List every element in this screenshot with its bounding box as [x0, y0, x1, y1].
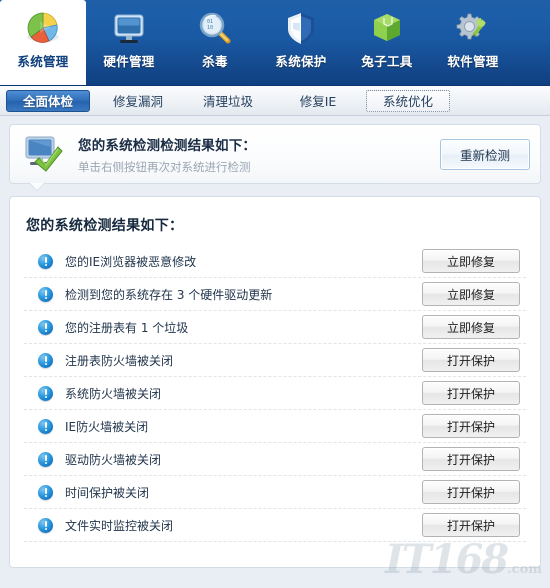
application-window: 系统管理 硬件管理 01 10 杀毒 系统保护 兔子工具 软件管理 全面体检 修…: [0, 0, 550, 588]
warning-icon: [38, 385, 53, 401]
enable-protection-button[interactable]: 打开保护: [422, 381, 520, 405]
row-label: 驱动防火墙被关闭: [65, 452, 162, 467]
banner-text-group: 您的系统检测检测结果如下： 单击右侧按钮再次对系统进行检测: [66, 134, 440, 175]
results-list: 您的IE浏览器被恶意修改 立即修复 检测到您的系统存在 3 个硬件驱动更新 立即…: [10, 245, 540, 542]
enable-protection-button[interactable]: 打开保护: [422, 447, 520, 471]
table-row[interactable]: IE防火墙被关闭 打开保护: [24, 410, 526, 443]
main-toolbar: 系统管理 硬件管理 01 10 杀毒 系统保护 兔子工具 软件管理: [0, 0, 550, 86]
green-box-icon: [366, 7, 408, 49]
warning-icon: [38, 319, 53, 335]
gear-wrench-icon: [452, 7, 494, 49]
nav-label: 系统管理: [17, 54, 69, 69]
tab-fix-vulnerabilities[interactable]: 修复漏洞: [96, 90, 180, 112]
nav-item-software-management[interactable]: 软件管理: [430, 0, 516, 86]
table-row[interactable]: 系统防火墙被关闭 打开保护: [24, 377, 526, 410]
row-label: 系统防火墙被关闭: [65, 386, 162, 401]
banner-subtitle: 单击右侧按钮再次对系统进行检测: [78, 159, 251, 174]
main-nav-list: 系统管理 硬件管理 01 10 杀毒 系统保护 兔子工具 软件管理: [0, 0, 550, 86]
table-row[interactable]: 注册表防火墙被关闭 打开保护: [24, 344, 526, 377]
banner-title: 您的系统检测检测结果如下：: [78, 137, 257, 154]
table-row[interactable]: 文件实时监控被关闭 打开保护: [24, 509, 526, 542]
nav-item-system-protection[interactable]: 系统保护: [258, 0, 344, 86]
tab-system-optimization[interactable]: 系统优化: [366, 89, 450, 112]
fix-now-button[interactable]: 立即修复: [422, 249, 520, 273]
monitor-check-icon: [22, 134, 66, 174]
tab-clean-junk[interactable]: 清理垃圾: [186, 90, 270, 112]
enable-protection-button[interactable]: 打开保护: [422, 348, 520, 372]
sub-tab-bar: 全面体检 修复漏洞 清理垃圾 修复IE 系统优化: [0, 86, 550, 116]
results-heading: 您的系统检测结果如下：: [26, 218, 184, 234]
scan-results-panel: 您的系统检测结果如下： 您的IE浏览器被恶意修改 立即修复 检测到您的系统存在 …: [9, 196, 541, 568]
banner-notch: [30, 183, 44, 190]
enable-protection-button[interactable]: 打开保护: [422, 513, 520, 537]
row-label: 您的注册表有 1 个垃圾: [65, 320, 189, 335]
svg-text:10: 10: [207, 25, 213, 31]
fix-now-button[interactable]: 立即修复: [422, 282, 520, 306]
monitor-icon: [108, 7, 150, 49]
nav-label: 软件管理: [447, 54, 499, 69]
warning-icon: [38, 286, 53, 302]
table-row[interactable]: 时间保护被关闭 打开保护: [24, 476, 526, 509]
scan-result-banner: 您的系统检测检测结果如下： 单击右侧按钮再次对系统进行检测 重新检测: [9, 124, 541, 184]
enable-protection-button[interactable]: 打开保护: [422, 480, 520, 504]
row-label: 您的IE浏览器被恶意修改: [65, 254, 197, 269]
nav-item-antivirus[interactable]: 01 10 杀毒: [172, 0, 258, 86]
rescan-button[interactable]: 重新检测: [440, 138, 530, 170]
row-label: 时间保护被关闭: [65, 485, 150, 500]
table-row[interactable]: 驱动防火墙被关闭 打开保护: [24, 443, 526, 476]
pie-chart-icon: [22, 7, 64, 49]
warning-icon: [38, 352, 53, 368]
magnifier-icon: 01 10: [194, 7, 236, 49]
warning-icon: [38, 418, 53, 434]
nav-item-rabbit-tools[interactable]: 兔子工具: [344, 0, 430, 86]
nav-label: 杀毒: [202, 54, 228, 69]
tab-full-checkup[interactable]: 全面体检: [6, 89, 90, 112]
nav-label: 兔子工具: [361, 54, 413, 69]
table-row[interactable]: 检测到您的系统存在 3 个硬件驱动更新 立即修复: [24, 278, 526, 311]
fix-now-button[interactable]: 立即修复: [422, 315, 520, 339]
row-label: 文件实时监控被关闭: [65, 518, 174, 533]
row-label: 注册表防火墙被关闭: [65, 353, 174, 368]
nav-label: 硬件管理: [103, 54, 155, 69]
row-label: IE防火墙被关闭: [65, 419, 149, 434]
nav-item-hardware-management[interactable]: 硬件管理: [86, 0, 172, 86]
nav-label: 系统保护: [275, 54, 327, 69]
tab-repair-ie[interactable]: 修复IE: [276, 90, 360, 112]
warning-icon: [38, 484, 53, 500]
table-row[interactable]: 您的注册表有 1 个垃圾 立即修复: [24, 311, 526, 344]
row-label: 检测到您的系统存在 3 个硬件驱动更新: [65, 287, 273, 302]
warning-icon: [38, 253, 53, 269]
enable-protection-button[interactable]: 打开保护: [422, 414, 520, 438]
warning-icon: [38, 517, 53, 533]
nav-item-system-management[interactable]: 系统管理: [0, 0, 86, 86]
table-row[interactable]: 您的IE浏览器被恶意修改 立即修复: [24, 245, 526, 278]
warning-icon: [38, 451, 53, 467]
shield-icon: [280, 7, 322, 49]
